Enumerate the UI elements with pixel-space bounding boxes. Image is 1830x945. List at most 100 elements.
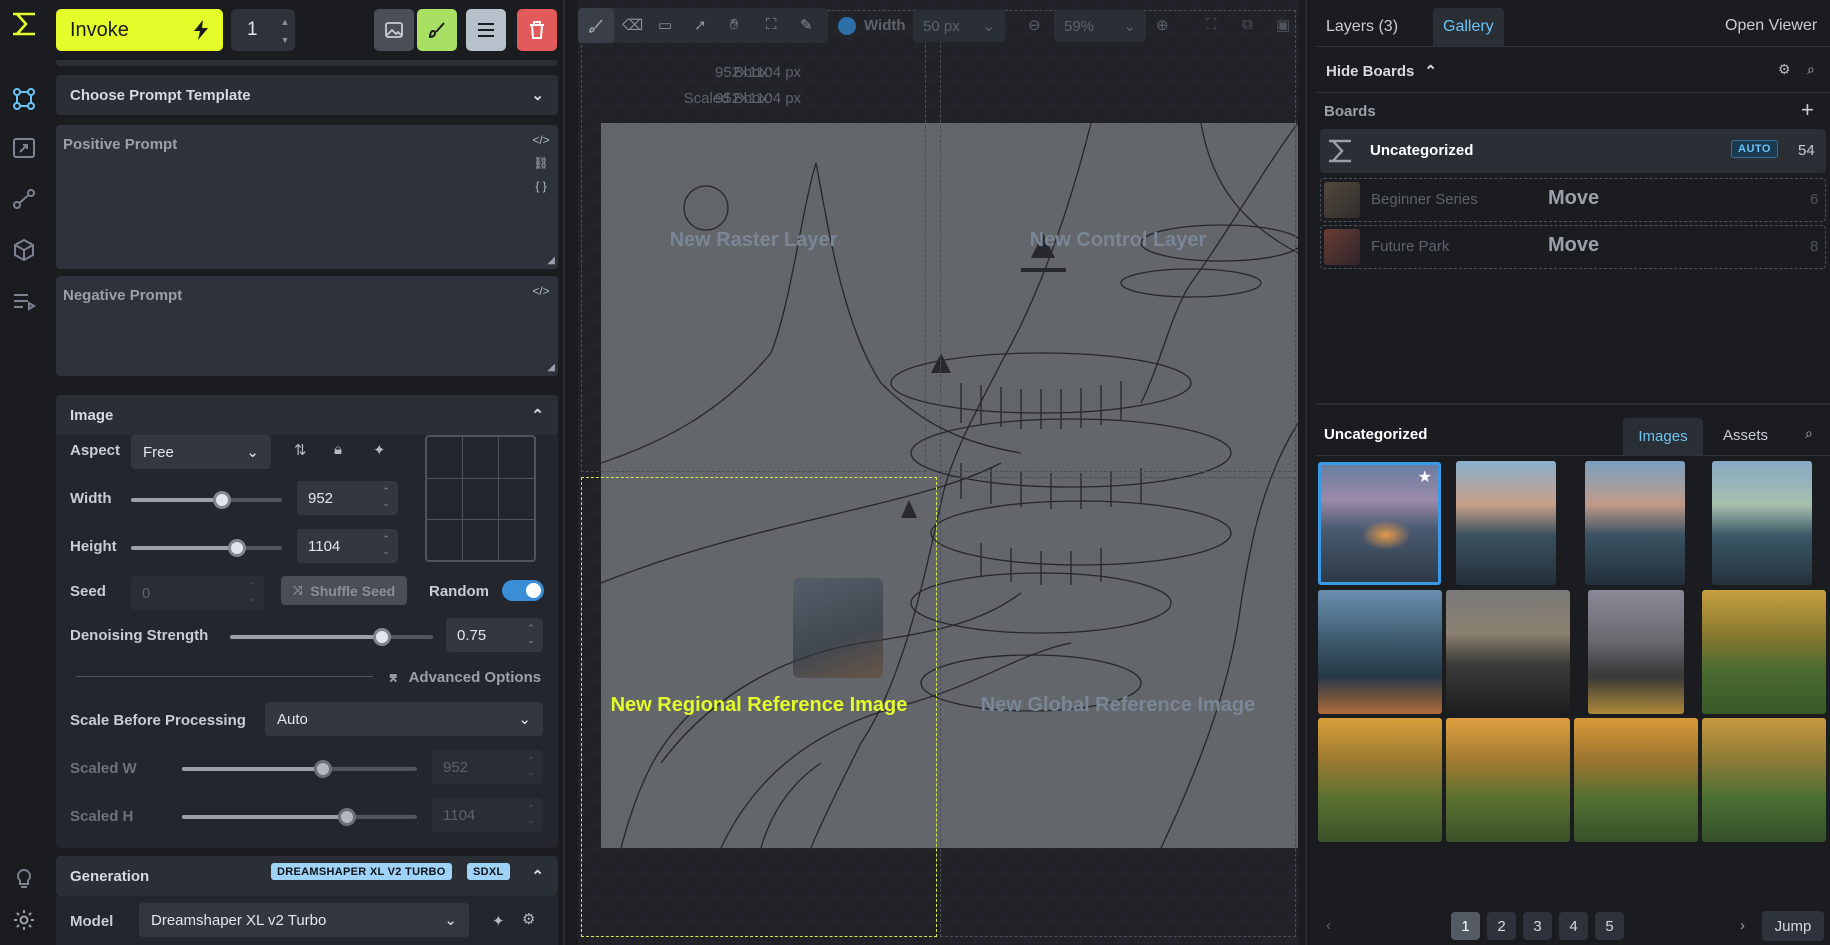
panel-splitter[interactable] [563, 0, 565, 945]
fit-icon[interactable]: ⛶ [1206, 16, 1217, 33]
resize-handle-icon[interactable]: ◢ [547, 255, 555, 266]
gallery-image[interactable] [1318, 718, 1442, 842]
gallery-image[interactable] [1712, 461, 1812, 585]
scaled-h-input[interactable]: 1104 ⌃ ⌄ [432, 798, 543, 832]
slider-thumb[interactable] [337, 808, 356, 826]
add-board-icon[interactable]: + [1801, 97, 1814, 123]
search-icon[interactable]: ⌕ [1807, 61, 1815, 78]
canvas-mode-button[interactable] [417, 9, 457, 51]
iterations-stepper[interactable]: 1 ▲ ▼ [231, 9, 295, 51]
open-viewer-button[interactable]: Open Viewer [1725, 17, 1817, 35]
denoise-input[interactable]: 0.75 ⌃ ⌄ [446, 618, 543, 652]
gallery-image[interactable] [1318, 590, 1442, 714]
decrement-icon[interactable]: ▼ [279, 33, 291, 47]
page-button[interactable]: 1 [1451, 912, 1480, 940]
swap-dimensions-icon[interactable]: ⇅ [294, 441, 307, 459]
gallery-image[interactable] [1456, 461, 1556, 585]
scale-select[interactable]: Auto ⌄ [265, 702, 543, 736]
search-icon[interactable]: ⌕ [1805, 425, 1813, 442]
color-picker-icon[interactable]: ✎ [800, 16, 813, 34]
models-icon[interactable] [10, 236, 38, 264]
prev-page-icon[interactable]: ‹ [1326, 917, 1331, 934]
page-button[interactable]: 3 [1523, 912, 1552, 940]
brush-tool-icon[interactable] [578, 8, 614, 43]
random-toggle[interactable] [502, 580, 544, 601]
jump-button[interactable]: Jump [1762, 911, 1824, 941]
sparkle-icon[interactable]: ✦ [492, 912, 505, 930]
shuffle-seed-button[interactable]: ⤨ Shuffle Seed [281, 576, 407, 605]
tab-images[interactable]: Images [1623, 418, 1703, 455]
zoom-select[interactable]: 59% ⌄ [1054, 10, 1146, 42]
bbox-tool-icon[interactable]: ⛶ [766, 16, 777, 33]
eraser-tool-icon[interactable]: ⌫ [622, 16, 643, 34]
save-icon[interactable]: ▣ [1276, 16, 1290, 34]
slider-thumb[interactable] [314, 760, 332, 778]
increment-icon[interactable]: ▲ [279, 15, 291, 29]
layout-icon[interactable]: ⧉ [1242, 16, 1253, 33]
panel-splitter[interactable] [1305, 0, 1307, 945]
width-slider[interactable] [131, 491, 282, 509]
board-beginner-series[interactable]: Beginner Series Move 6 [1320, 178, 1826, 222]
gallery-image[interactable] [1446, 590, 1570, 714]
gallery-image[interactable] [1588, 590, 1684, 714]
star-icon[interactable]: ★ [1418, 467, 1432, 487]
aspect-select[interactable]: Free ⌄ [131, 435, 271, 469]
gallery-image[interactable] [1446, 718, 1570, 842]
width-input[interactable]: 952 ⌃ ⌄ [297, 481, 398, 515]
invoke-logo-icon[interactable] [10, 10, 38, 38]
page-button[interactable]: 2 [1487, 912, 1516, 940]
tips-icon[interactable] [10, 865, 38, 893]
page-button[interactable]: 4 [1559, 912, 1588, 940]
gallery-image[interactable] [1702, 590, 1826, 714]
canvas-icon[interactable] [10, 85, 38, 113]
prompt-template-select[interactable]: Choose Prompt Template ⌄ [56, 75, 558, 115]
lock-icon[interactable]: 🔒︎ [334, 441, 342, 458]
gallery-image[interactable]: ★ [1318, 462, 1441, 585]
menu-button[interactable] [466, 9, 506, 51]
gallery-image[interactable] [1574, 718, 1698, 842]
image-mode-button[interactable] [374, 9, 414, 51]
tab-layers[interactable]: Layers (3) [1316, 8, 1408, 46]
slider-thumb[interactable] [212, 491, 231, 509]
next-page-icon[interactable]: › [1740, 917, 1745, 934]
rect-tool-icon[interactable]: ▭ [658, 16, 672, 34]
panel-splitter[interactable] [1316, 403, 1830, 405]
gallery-image[interactable] [1702, 718, 1826, 842]
resize-handle-icon[interactable]: ◢ [547, 362, 555, 373]
stepper-icon[interactable]: ⌃ ⌄ [526, 622, 536, 648]
model-select[interactable]: Dreamshaper XL v2 Turbo ⌄ [139, 903, 469, 937]
move-tool-icon[interactable]: ➚ [694, 16, 707, 34]
gallery-image[interactable] [1585, 461, 1685, 585]
image-section-header[interactable]: Image ⌃ [56, 395, 558, 435]
gear-icon[interactable]: ⚙ [522, 910, 535, 928]
scaled-w-slider[interactable] [182, 760, 417, 778]
stepper-icon[interactable]: ⌃ ⌄ [526, 754, 536, 780]
color-swatch[interactable] [838, 17, 856, 35]
canvas-area[interactable]: New Raster Layer New Control Layer New R… [578, 0, 1298, 945]
negative-prompt-field[interactable]: Negative Prompt </> ◢ [56, 276, 558, 376]
queue-icon[interactable] [10, 287, 38, 315]
board-uncategorized[interactable]: Uncategorized AUTO 54 [1320, 129, 1826, 173]
positive-prompt-field[interactable]: Positive Prompt </> ⛓ { } ◢ [56, 125, 558, 269]
hide-boards-button[interactable]: Hide Boards ⌃ [1326, 62, 1437, 81]
link-icon[interactable]: ⛓ [532, 154, 550, 172]
zoom-out-icon[interactable]: ⊖ [1028, 16, 1041, 34]
slider-thumb[interactable] [227, 539, 246, 557]
brush-width-select[interactable]: 50 px ⌄ [913, 10, 1005, 42]
stepper-icon[interactable]: ⌃ ⌄ [381, 485, 391, 511]
settings-icon[interactable] [10, 906, 38, 934]
braces-icon[interactable]: { } [532, 177, 550, 195]
stepper-icon[interactable]: ⌃ ⌄ [381, 533, 391, 559]
tab-gallery[interactable]: Gallery [1433, 8, 1504, 46]
sparkle-icon[interactable]: ✦ [373, 441, 386, 459]
gear-icon[interactable]: ⚙ [1778, 61, 1791, 78]
clear-queue-button[interactable] [517, 9, 557, 51]
page-button[interactable]: 5 [1595, 912, 1624, 940]
upscale-icon[interactable] [10, 134, 38, 162]
code-icon[interactable]: </> [532, 131, 550, 149]
scaled-w-input[interactable]: 952 ⌃ ⌄ [432, 750, 543, 784]
denoise-slider[interactable] [230, 628, 433, 646]
stepper-icon[interactable]: ⌃ ⌄ [526, 802, 536, 828]
advanced-options-toggle[interactable]: ⌆ Advanced Options [387, 668, 541, 687]
stepper-icon[interactable]: ⌃ ⌄ [247, 580, 257, 606]
